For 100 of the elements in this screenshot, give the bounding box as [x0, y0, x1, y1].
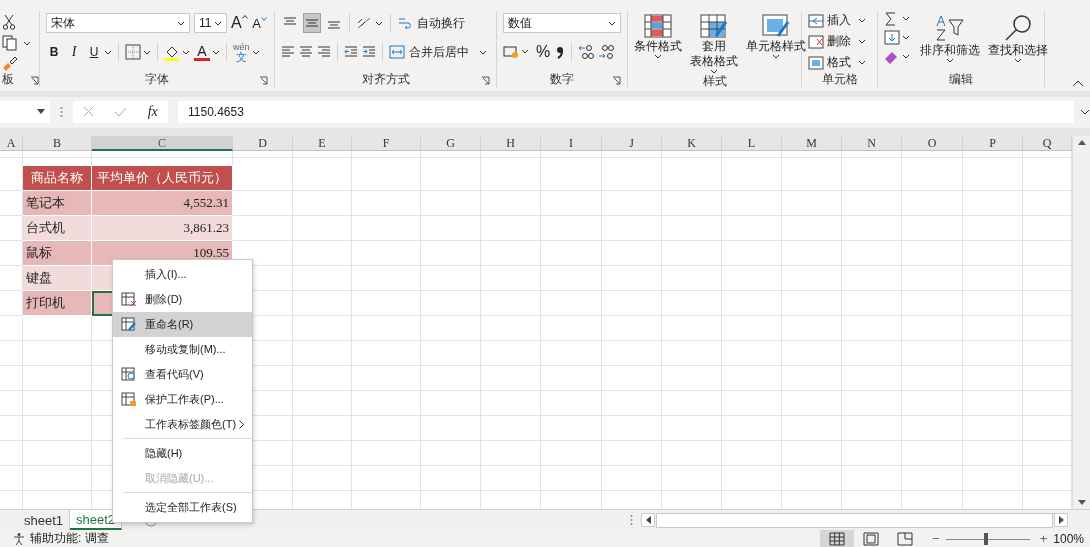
cell-styles-button[interactable]: 单元格样式 — [746, 12, 806, 59]
wrap-text-button[interactable]: 自动换行 — [397, 14, 465, 32]
align-left-icon[interactable] — [281, 46, 295, 58]
text-orientation-icon[interactable] — [356, 16, 384, 30]
dialog-launcher-icon[interactable] — [612, 76, 621, 85]
formula-field[interactable]: 1150.4653 — [178, 100, 1074, 123]
header-cell: 平均单价（人民币元） — [92, 166, 233, 191]
menu-item[interactable]: 保护工作表(P)... — [113, 387, 252, 412]
autosum-icon[interactable] — [884, 12, 912, 26]
column-header[interactable]: Q — [1023, 136, 1072, 151]
normal-view-button[interactable] — [820, 530, 855, 547]
find-select-button[interactable]: 查找和选择 — [988, 12, 1048, 63]
merge-center-button[interactable]: 合并后居中 — [389, 43, 487, 61]
scroll-right-button[interactable] — [1054, 513, 1068, 527]
phonetic-guide-button[interactable]: wén 文 — [233, 41, 250, 63]
increase-indent-icon[interactable] — [362, 46, 376, 58]
dialog-launcher-icon[interactable] — [30, 76, 39, 85]
column-header[interactable]: I — [541, 136, 602, 151]
table-cell: 打印机 — [23, 291, 92, 316]
column-header[interactable]: P — [963, 136, 1023, 151]
column-header[interactable]: O — [902, 136, 963, 151]
grip-icon — [60, 105, 63, 118]
column-header[interactable]: H — [481, 136, 541, 151]
collapse-ribbon-icon[interactable] — [1072, 80, 1084, 87]
column-header[interactable]: B — [23, 136, 92, 151]
column-header[interactable]: D — [233, 136, 293, 151]
increase-font-size-button[interactable]: A — [231, 13, 248, 33]
dropdown-icon[interactable] — [251, 49, 260, 55]
caret-up-icon — [241, 15, 248, 19]
menu-item[interactable]: 删除(D) — [113, 287, 252, 312]
menu-item[interactable]: 移动或复制(M)... — [113, 337, 252, 362]
column-header[interactable]: L — [722, 136, 782, 151]
column-header[interactable]: E — [293, 136, 352, 151]
sort-filter-button[interactable]: 排序和筛选 — [920, 12, 980, 63]
accessibility-status[interactable]: 辅助功能: 调查 — [30, 530, 109, 547]
dropdown-icon[interactable] — [177, 20, 185, 26]
delete-sheet-icon — [121, 292, 137, 307]
copy-icon[interactable] — [2, 35, 32, 51]
scroll-up-icon[interactable] — [1077, 140, 1086, 145]
menu-item[interactable]: 工作表标签颜色(T) — [113, 412, 252, 437]
column-header[interactable]: C — [92, 136, 233, 151]
comma-style-icon[interactable] — [555, 45, 565, 59]
decrease-indent-icon[interactable] — [344, 46, 358, 58]
eraser-icon[interactable] — [884, 50, 912, 64]
group-label: 板 — [2, 71, 14, 88]
format-cells-button[interactable]: 格式 — [808, 54, 871, 71]
dropdown-icon[interactable] — [214, 20, 222, 26]
decrease-font-size-button[interactable]: A — [251, 13, 268, 33]
dialog-launcher-icon[interactable] — [481, 76, 490, 85]
delete-cells-button[interactable]: 删除 — [808, 33, 871, 50]
format-as-table-button[interactable]: 套用 表格格式 — [690, 12, 738, 74]
column-header[interactable]: J — [602, 136, 662, 151]
percent-button[interactable]: % — [535, 42, 551, 62]
number-format-field[interactable]: 数值 — [503, 13, 621, 33]
align-right-icon[interactable] — [317, 46, 331, 58]
font-size-field[interactable]: 11 — [194, 13, 227, 33]
group-label: 对齐方式 — [361, 71, 410, 88]
menu-item[interactable]: 重命名(R) — [113, 312, 252, 337]
dropdown-icon[interactable] — [104, 49, 112, 55]
accessibility-icon[interactable] — [12, 531, 26, 546]
dropdown-icon[interactable] — [182, 49, 190, 55]
menu-item[interactable]: 查看代码(V) — [113, 362, 252, 387]
column-header[interactable]: M — [782, 136, 842, 151]
font-color-button[interactable]: A — [194, 43, 210, 61]
currency-icon[interactable] — [503, 45, 531, 59]
dropdown-icon[interactable] — [608, 20, 616, 26]
underline-button[interactable]: U — [86, 42, 102, 62]
scroll-left-button[interactable] — [641, 513, 655, 527]
italic-button[interactable]: I — [66, 42, 82, 62]
column-header[interactable]: A — [0, 136, 23, 151]
scroll-down-icon[interactable] — [1077, 500, 1086, 505]
zoom-out-button[interactable]: − — [932, 531, 940, 546]
bold-button[interactable]: B — [46, 42, 62, 62]
scissors-icon[interactable] — [2, 14, 16, 30]
scrollbar-thumb[interactable] — [656, 512, 1053, 528]
caret-icon — [654, 54, 662, 59]
zoom-slider-thumb[interactable] — [983, 532, 988, 545]
zoom-in-button[interactable]: + — [1039, 531, 1048, 546]
format-painter-icon[interactable] — [2, 56, 18, 72]
dropdown-icon[interactable] — [143, 49, 151, 55]
dialog-launcher-icon[interactable] — [259, 76, 268, 85]
decrease-decimal-icon[interactable] — [598, 44, 614, 60]
dropdown-icon[interactable] — [37, 109, 45, 114]
caret-down-icon — [261, 17, 267, 21]
expand-icon[interactable] — [1080, 108, 1090, 115]
insert-cells-button[interactable]: 插入 — [808, 12, 871, 29]
column-header[interactable]: N — [842, 136, 902, 151]
column-header[interactable]: K — [662, 136, 722, 151]
align-center-icon[interactable] — [299, 46, 313, 58]
fill-down-icon[interactable] — [884, 30, 912, 46]
column-header[interactable]: F — [352, 136, 421, 151]
insert-function-button[interactable]: fx — [147, 103, 158, 120]
check-icon[interactable] — [114, 106, 128, 117]
vertical-scrollbar[interactable] — [1072, 136, 1090, 509]
conditional-formatting-button[interactable]: 条件格式 — [634, 12, 682, 59]
font-name-field[interactable]: 宋体 — [46, 13, 190, 33]
dropdown-icon[interactable] — [212, 49, 220, 55]
column-header[interactable]: G — [421, 136, 481, 151]
zoom-level[interactable]: 100% — [1053, 531, 1084, 546]
increase-decimal-icon[interactable] — [578, 44, 594, 60]
